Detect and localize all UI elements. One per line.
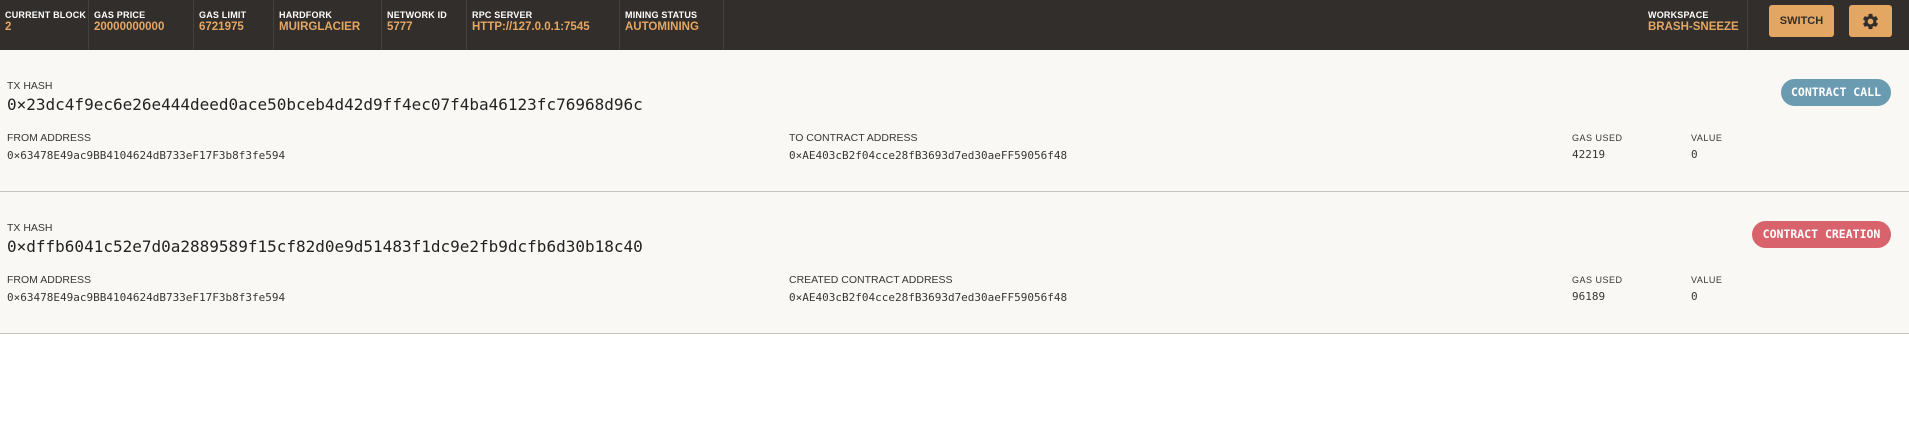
- gas-used-value: 42219: [1572, 148, 1606, 161]
- gas-price-value: 20000000000: [94, 21, 165, 33]
- mining-status-stat: MINING STATUS AUTOMINING: [620, 0, 724, 50]
- tx-hash-value: 0×dffb6041c52e7d0a2889589f15cf82d0e9d514…: [7, 237, 643, 256]
- to-address-value: 0×AE403cB2f04cce28fB3693d7ed30aeFF59056f…: [789, 149, 1068, 162]
- rpc-server-value: HTTP://127.0.0.1:7545: [472, 21, 590, 33]
- from-address-label: FROM ADDRESS: [7, 274, 92, 286]
- tx-type-badge: CONTRACT CALL: [1781, 79, 1891, 106]
- from-address-value: 0×63478E49ac9BB4104624dB733eF17F3b8f3fe5…: [7, 149, 286, 162]
- from-address-label: FROM ADDRESS: [7, 132, 92, 144]
- rpc-server-stat: RPC SERVER HTTP://127.0.0.1:7545: [467, 0, 620, 50]
- gas-used-label: GAS USED: [1572, 133, 1623, 143]
- value-label: VALUE: [1691, 275, 1723, 285]
- current-block-stat: CURRENT BLOCK 2: [0, 0, 89, 50]
- gear-icon: [1863, 13, 1878, 30]
- gas-used-value: 96189: [1572, 290, 1606, 303]
- tx-hash-label: TX HASH: [7, 222, 53, 234]
- gas-price-label: GAS PRICE: [94, 10, 146, 20]
- tx-type-badge: CONTRACT CREATION: [1752, 221, 1891, 248]
- settings-button[interactable]: [1849, 5, 1892, 37]
- tx-hash-value: 0×23dc4f9ec6e26e444deed0ace50bceb4d42d9f…: [7, 95, 643, 114]
- network-id-stat: NETWORK ID 5777: [382, 0, 467, 50]
- network-id-label: NETWORK ID: [387, 10, 447, 20]
- rpc-server-label: RPC SERVER: [472, 10, 533, 20]
- workspace-value: BRASH-SNEEZE: [1648, 21, 1739, 33]
- transaction-row[interactable]: TX HASH 0×23dc4f9ec6e26e444deed0ace50bce…: [0, 50, 1909, 192]
- value-value: 0: [1691, 148, 1698, 161]
- current-block-label: CURRENT BLOCK: [5, 10, 87, 20]
- workspace-stat: WORKSPACE BRASH-SNEEZE: [1643, 0, 1748, 50]
- gas-price-stat: GAS PRICE 20000000000: [89, 0, 194, 50]
- gas-limit-value: 6721975: [199, 21, 244, 33]
- network-id-value: 5777: [387, 21, 413, 33]
- mining-status-label: MINING STATUS: [625, 10, 698, 20]
- gas-limit-label: GAS LIMIT: [199, 10, 247, 20]
- to-address-label: TO CONTRACT ADDRESS: [789, 132, 918, 144]
- hardfork-label: HARDFORK: [279, 10, 333, 20]
- created-contract-address-label: CREATED CONTRACT ADDRESS: [789, 274, 953, 286]
- value-value: 0: [1691, 290, 1698, 303]
- value-label: VALUE: [1691, 133, 1723, 143]
- workspace-label: WORKSPACE: [1648, 10, 1709, 20]
- from-address-value: 0×63478E49ac9BB4104624dB733eF17F3b8f3fe5…: [7, 291, 286, 304]
- switch-workspace-button[interactable]: SWITCH: [1769, 5, 1834, 37]
- hardfork-value: MUIRGLACIER: [279, 21, 361, 33]
- created-contract-address-value: 0×AE403cB2f04cce28fB3693d7ed30aeFF59056f…: [789, 291, 1068, 304]
- hardfork-stat: HARDFORK MUIRGLACIER: [274, 0, 382, 50]
- gas-used-label: GAS USED: [1572, 275, 1623, 285]
- top-status-bar: CURRENT BLOCK 2 GAS PRICE 20000000000 GA…: [0, 0, 1909, 50]
- gas-limit-stat: GAS LIMIT 6721975: [194, 0, 274, 50]
- transaction-row[interactable]: TX HASH 0×dffb6041c52e7d0a2889589f15cf82…: [0, 192, 1909, 334]
- mining-status-value: AUTOMINING: [625, 21, 699, 33]
- tx-hash-label: TX HASH: [7, 80, 53, 92]
- current-block-value: 2: [5, 21, 12, 33]
